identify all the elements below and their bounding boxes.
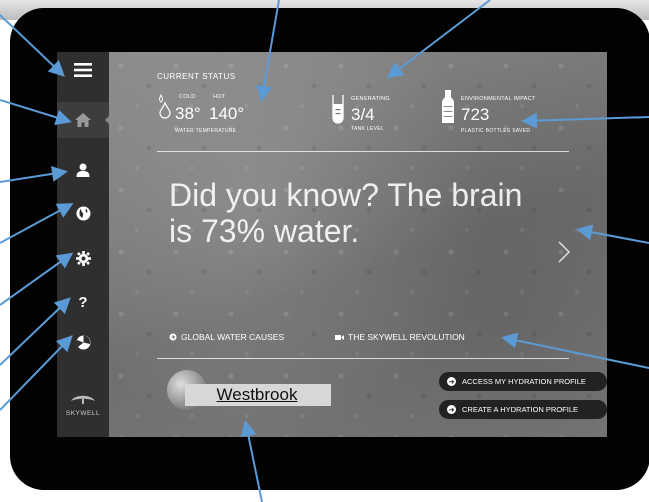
callout-profile [0,165,68,183]
callout-help [0,297,71,366]
callout-menu [0,14,65,77]
callout-bottles [521,112,649,129]
callout-stats [0,335,73,411]
callout-temperature [256,0,280,102]
callout-globe [0,203,74,244]
callout-location [240,420,263,502]
callout-settings [0,252,74,306]
callout-links [501,332,649,369]
callout-fact [576,224,649,244]
callout-home [0,99,72,126]
callout-tank [386,0,491,79]
annotation-arrows [0,0,649,502]
